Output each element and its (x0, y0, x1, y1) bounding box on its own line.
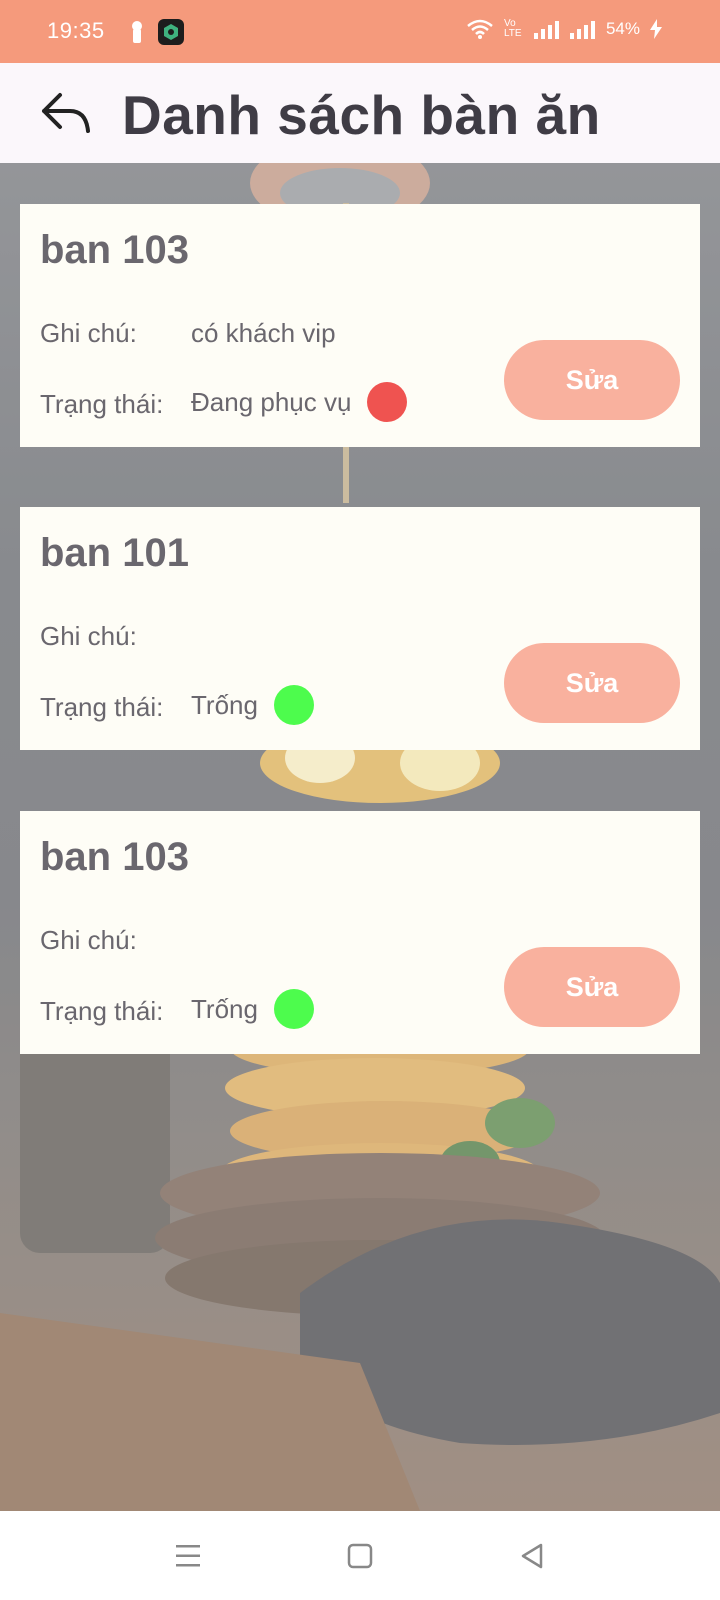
status-text: Trống (191, 689, 258, 720)
table-name: ban 103 (40, 228, 189, 272)
square-icon (347, 1543, 373, 1569)
recent-apps-button[interactable] (171, 1539, 205, 1573)
status-dot-icon (273, 989, 314, 1029)
page-title: Danh sách bàn ăn (122, 84, 601, 146)
home-button[interactable] (343, 1539, 377, 1573)
edit-button[interactable]: Sửa (504, 340, 680, 420)
keyhole-icon (130, 20, 144, 44)
system-nav-bar (0, 1511, 720, 1600)
note-label: Ghi chú: (40, 925, 137, 955)
status-value: Trống (191, 685, 314, 725)
charging-icon (650, 19, 662, 39)
note-text: có khách vip (191, 318, 336, 348)
status-dot-icon (273, 685, 314, 725)
back-button[interactable] (36, 85, 96, 141)
app-notification-icon (158, 19, 184, 45)
status-time: 19:35 (47, 18, 105, 43)
reply-arrow-icon (42, 93, 90, 133)
status-value: Đang phục vụ (191, 382, 408, 422)
status-dot-icon (367, 382, 408, 422)
status-value: Trống (191, 989, 314, 1029)
status-text: Trống (191, 993, 258, 1024)
system-back-button[interactable] (515, 1539, 549, 1573)
edit-button[interactable]: Sửa (504, 947, 680, 1027)
status-label: Trạng thái: (40, 389, 164, 419)
battery-level: 54% (605, 19, 640, 38)
status-text: Đang phục vụ (191, 386, 352, 417)
edit-button[interactable]: Sửa (504, 643, 680, 723)
status-label: Trạng thái: (40, 996, 164, 1026)
status-bar: 19:35 Vo LTE 54% (0, 0, 720, 63)
menu-icon (176, 1545, 200, 1567)
app-bar: Danh sách bàn ăn (0, 63, 720, 163)
table-card: ban 101 Ghi chú: Trạng thái: Trống Sửa (20, 507, 700, 750)
wifi-icon (467, 19, 493, 39)
table-name: ban 101 (40, 531, 189, 575)
triangle-back-icon (521, 1543, 543, 1569)
status-icons: Vo LTE 54% (466, 18, 662, 40)
table-name: ban 103 (40, 835, 189, 879)
status-label: Trạng thái: (40, 692, 164, 722)
note-label: Ghi chú: (40, 621, 137, 651)
note-label: Ghi chú: (40, 318, 137, 348)
signal-icon-2 (569, 21, 595, 39)
signal-icon (533, 21, 559, 39)
note-value: có khách vip (191, 318, 336, 349)
table-card: ban 103 Ghi chú: có khách vip Trạng thái… (20, 204, 700, 447)
table-card: ban 103 Ghi chú: Trạng thái: Trống Sửa (20, 811, 700, 1054)
volte-label: Vo LTE (503, 18, 522, 39)
